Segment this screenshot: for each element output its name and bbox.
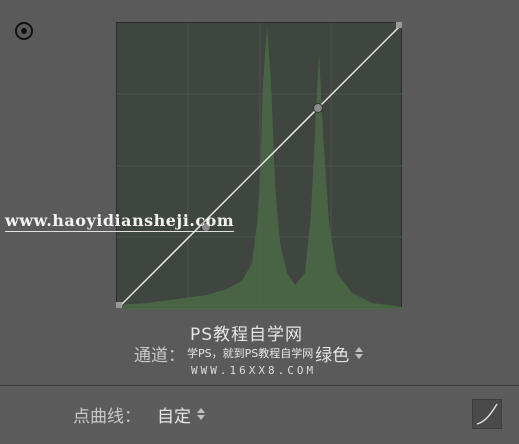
watermark-overlay: 学PS，就到PS教程自学网 [187,347,314,360]
curve-control-point [313,103,323,113]
watermark-domain: WWW.16XX8.COM [191,364,317,377]
point-curve-value[interactable]: 自定 [157,402,191,427]
curve-mode-button[interactable] [472,399,502,429]
channel-value[interactable]: 绿色 [315,341,349,366]
curve-endpoint-handle[interactable] [116,302,122,308]
curve-editor[interactable] [116,22,403,309]
point-curve-selector[interactable]: 点曲线： 自定 [73,402,205,427]
channel-label: 通道： [134,345,185,366]
channel-selector[interactable]: 通道： 学PS，就到PS教程自学网 绿色 [134,341,364,366]
up-down-arrows-icon[interactable] [197,407,205,421]
watermark-url: www.haoyidiansheji.com [5,211,235,232]
curve-endpoint-handle[interactable] [396,22,402,28]
tone-curve-panel: www.haoyidiansheji.com PS教程自学网 通道： 学PS，就… [0,0,519,386]
target-adjustment-icon[interactable] [13,20,35,42]
point-curve-label: 点曲线： [73,406,141,427]
up-down-arrows-icon[interactable] [355,346,364,360]
curve-icon [476,403,498,425]
